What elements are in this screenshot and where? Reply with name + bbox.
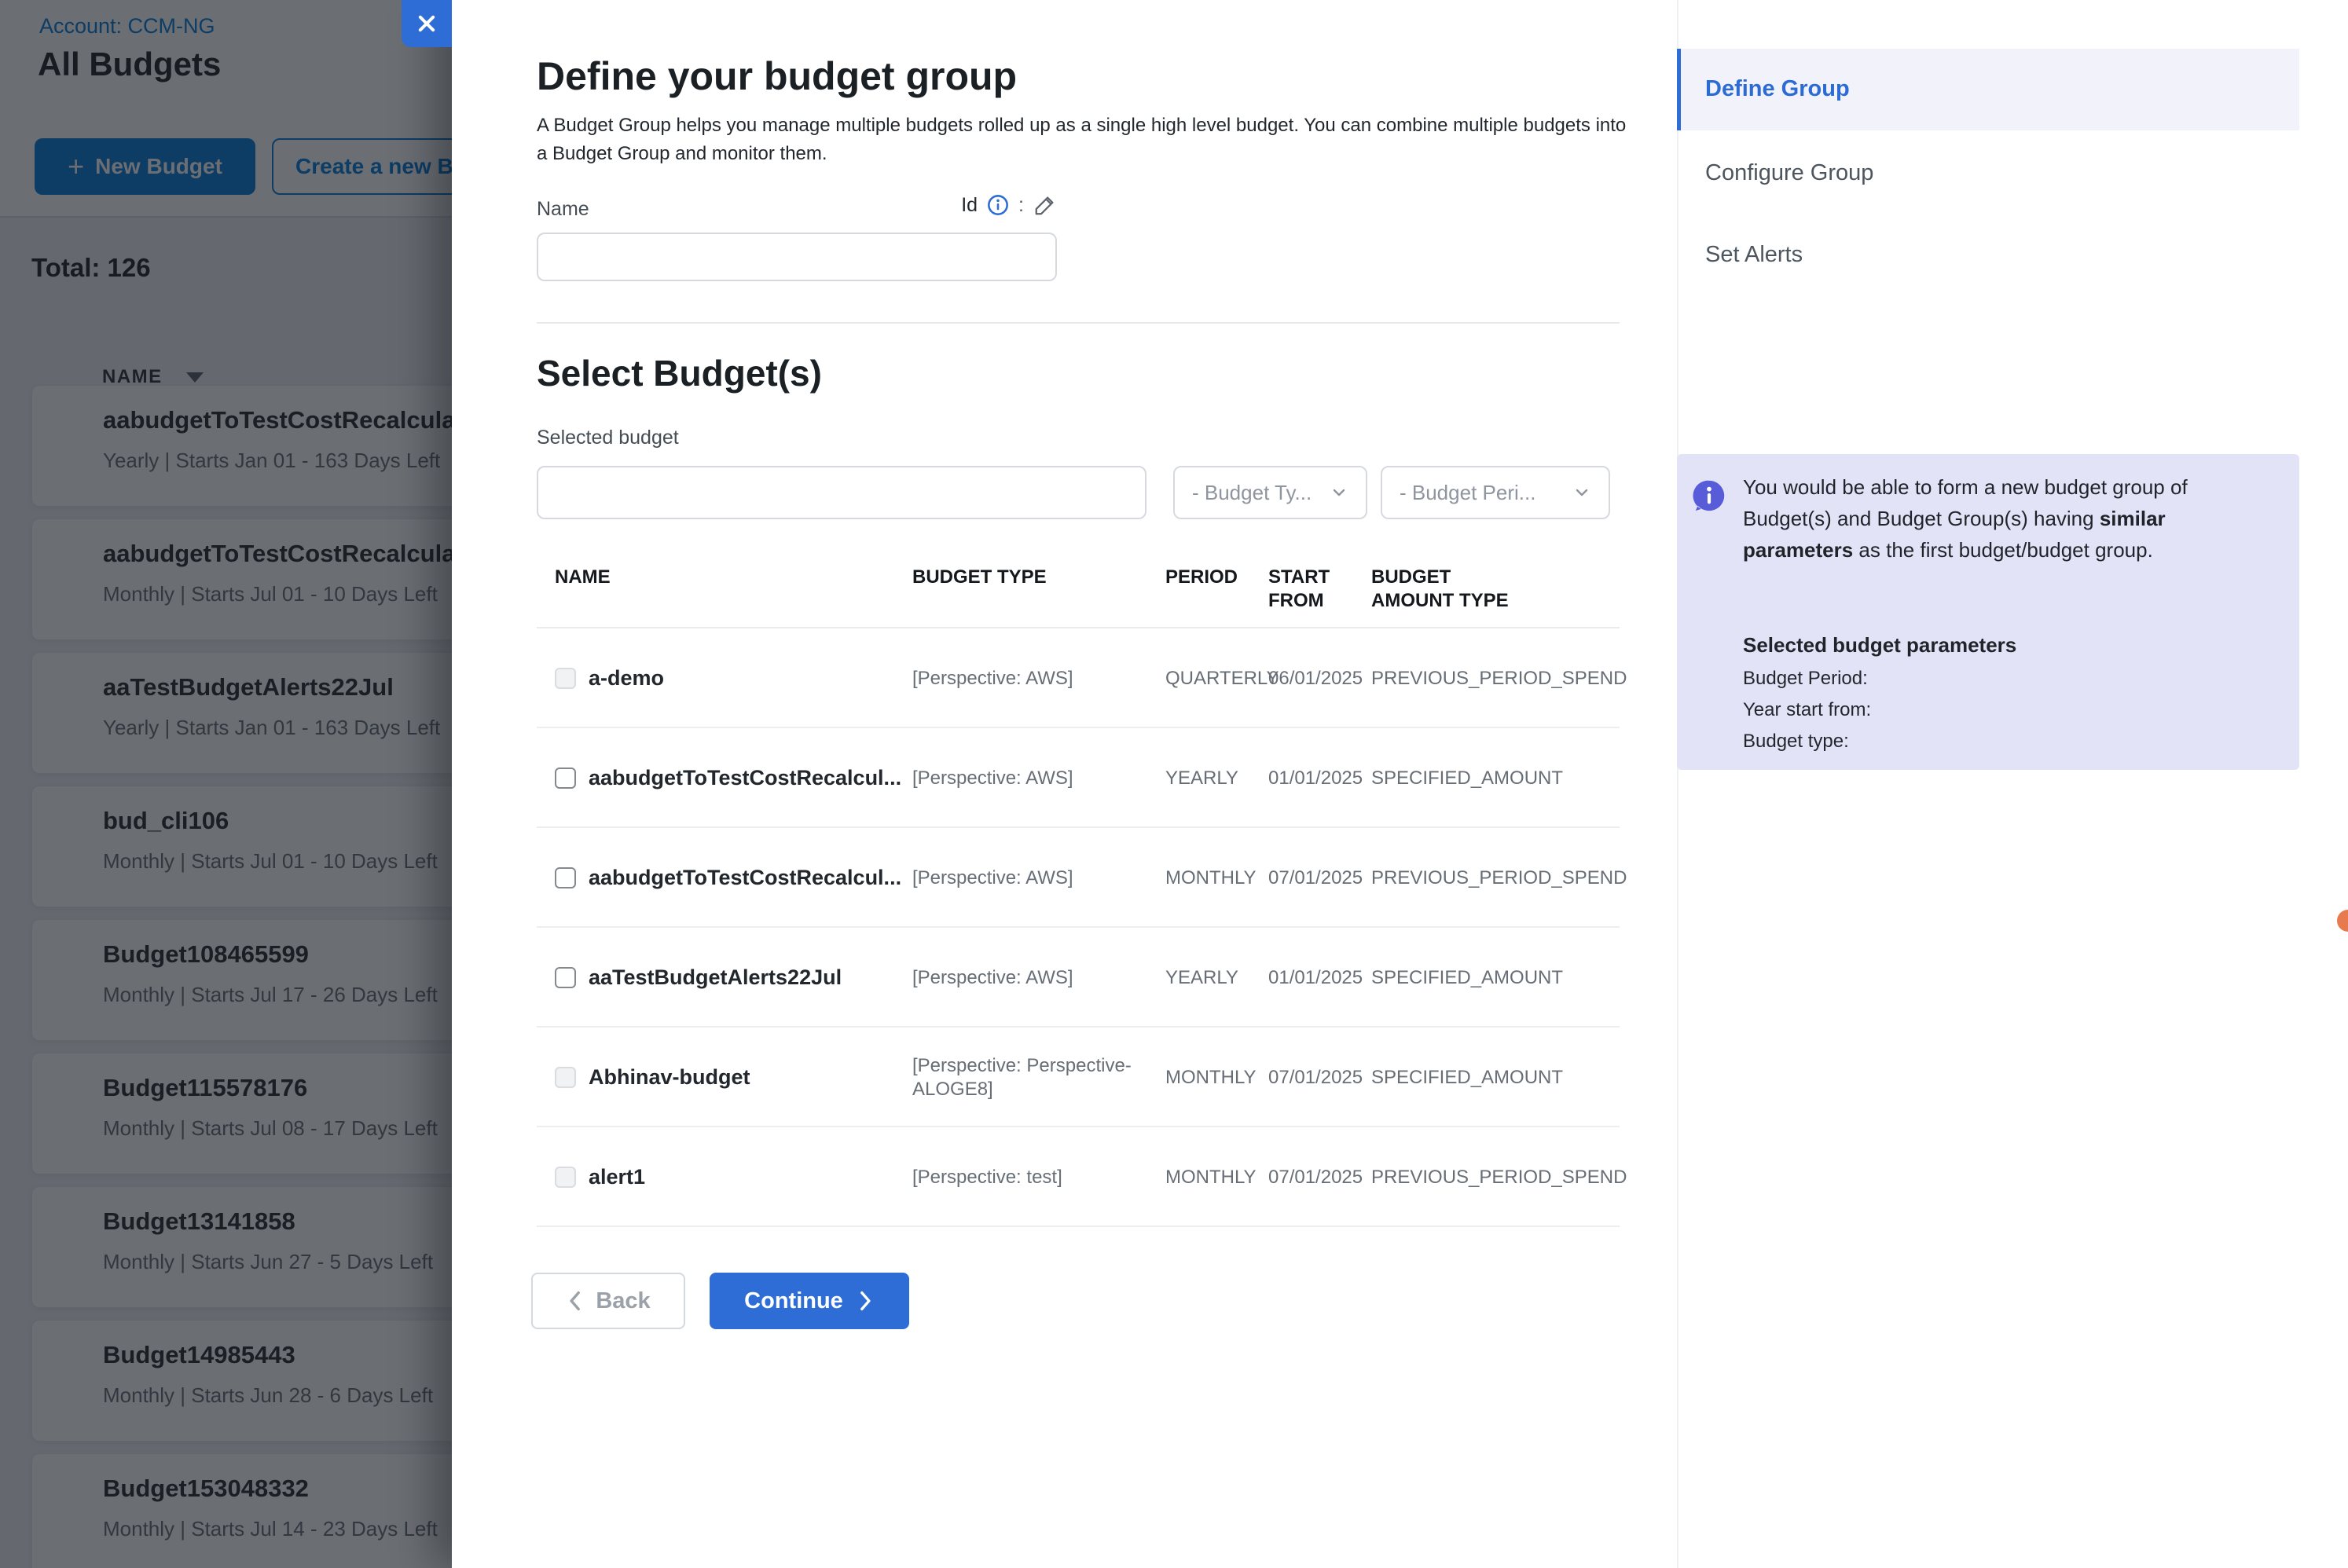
cell-start-from: 07/01/2025 [1268, 1127, 1363, 1227]
row-checkbox[interactable] [555, 768, 576, 789]
info-paragraph: You would be able to form a new budget g… [1743, 471, 2269, 566]
app-root: Account: CCM-NG All Budgets + New Budget… [0, 0, 2348, 1568]
modal-backdrop [0, 0, 487, 1568]
column-header-name: NAME [555, 566, 611, 589]
row-checkbox[interactable] [555, 967, 576, 988]
column-header-start-from: START FROM [1268, 566, 1347, 613]
cell-name: Abhinav-budget [589, 1028, 750, 1127]
cell-name: aaTestBudgetAlerts22Jul [589, 928, 842, 1028]
close-icon [416, 13, 438, 35]
table-row[interactable]: aabudgetToTestCostRecalcul... [Perspecti… [537, 728, 1620, 828]
cell-amount-type: SPECIFIED_AMOUNT [1371, 728, 1631, 828]
info-panel: You would be able to form a new budget g… [1677, 454, 2299, 770]
info-bubble-icon [1691, 478, 1727, 514]
selected-budget-parameters-heading: Selected budget parameters [1743, 633, 2016, 658]
active-step-indicator [1677, 49, 1681, 130]
cell-amount-type: PREVIOUS_PERIOD_SPEND [1371, 1127, 1631, 1227]
cell-name: aabudgetToTestCostRecalcul... [589, 728, 901, 828]
edit-pencil-icon[interactable] [1033, 193, 1057, 217]
section-divider [537, 322, 1620, 324]
modal-description: A Budget Group helps you manage multiple… [537, 112, 1637, 168]
row-checkbox[interactable] [555, 867, 576, 888]
table-row[interactable]: aaTestBudgetAlerts22Jul [Perspective: AW… [537, 928, 1620, 1028]
cell-start-from: 07/01/2025 [1268, 1028, 1363, 1127]
close-button[interactable] [402, 0, 452, 47]
row-checkbox[interactable] [555, 1167, 576, 1188]
cell-start-from: 06/01/2025 [1268, 628, 1363, 728]
chevron-left-icon [566, 1291, 583, 1311]
cell-period: MONTHLY [1165, 828, 1257, 928]
table-row[interactable]: aabudgetToTestCostRecalcul... [Perspecti… [537, 828, 1620, 928]
name-field-label: Name [537, 198, 589, 221]
back-label: Back [596, 1288, 650, 1314]
cell-period: MONTHLY [1165, 1028, 1257, 1127]
cell-amount-type: PREVIOUS_PERIOD_SPEND [1371, 828, 1631, 928]
cell-budget-type: [Perspective: AWS] [912, 628, 1132, 728]
selected-budget-label: Selected budget [537, 427, 679, 449]
cell-budget-type: [Perspective: AWS] [912, 828, 1132, 928]
cell-budget-type: [Perspective: AWS] [912, 928, 1132, 1028]
continue-button[interactable]: Continue [710, 1273, 909, 1329]
row-checkbox[interactable] [555, 668, 576, 689]
modal-title: Define your budget group [537, 53, 1017, 99]
cell-budget-type: [Perspective: AWS] [912, 728, 1132, 828]
budget-type-placeholder: - Budget Ty... [1192, 481, 1312, 505]
budget-group-wizard-modal: Define your budget group A Budget Group … [452, 0, 2348, 1568]
cell-start-from: 07/01/2025 [1268, 828, 1363, 928]
info-text-after: as the first budget/budget group. [1853, 538, 2153, 562]
cell-start-from: 01/01/2025 [1268, 728, 1363, 828]
cell-name: aabudgetToTestCostRecalcul... [589, 828, 901, 928]
cell-name: a-demo [589, 628, 664, 728]
continue-label: Continue [744, 1288, 843, 1314]
param-budget-period: Budget Period: [1743, 668, 1868, 690]
id-label: Id [961, 194, 978, 217]
back-button[interactable]: Back [531, 1273, 685, 1329]
cell-budget-type: [Perspective: Perspective-ALOGE8] [912, 1028, 1132, 1127]
cell-name: alert1 [589, 1127, 645, 1227]
select-budgets-heading: Select Budget(s) [537, 352, 822, 394]
budget-period-placeholder: - Budget Peri... [1400, 481, 1535, 505]
column-header-period: PERIOD [1165, 566, 1238, 589]
group-name-input[interactable] [537, 233, 1057, 281]
cell-period: MONTHLY [1165, 1127, 1257, 1227]
chevron-down-icon [1330, 483, 1348, 502]
steps-sidebar-border [1677, 0, 1678, 1568]
id-colon: : [1018, 194, 1024, 217]
column-header-budget-type: BUDGET TYPE [912, 566, 1047, 589]
step-define-group[interactable]: Define Group [1705, 76, 1850, 102]
table-row[interactable]: alert1 [Perspective: test] MONTHLY 07/01… [537, 1127, 1620, 1227]
chevron-right-icon [857, 1291, 875, 1311]
step-configure-group[interactable]: Configure Group [1705, 160, 1873, 186]
cell-amount-type: SPECIFIED_AMOUNT [1371, 928, 1631, 1028]
info-icon[interactable] [987, 194, 1009, 216]
param-year-start-from: Year start from: [1743, 699, 1871, 721]
row-checkbox[interactable] [555, 1067, 576, 1088]
table-row[interactable]: a-demo [Perspective: AWS] QUARTERLY 06/0… [537, 628, 1620, 728]
budget-search-input[interactable] [537, 466, 1146, 519]
cell-amount-type: PREVIOUS_PERIOD_SPEND [1371, 628, 1631, 728]
cell-budget-type: [Perspective: test] [912, 1127, 1132, 1227]
budget-type-dropdown[interactable]: - Budget Ty... [1173, 466, 1367, 519]
param-budget-type: Budget type: [1743, 731, 1849, 753]
cell-period: QUARTERLY [1165, 628, 1279, 728]
cell-period: YEARLY [1165, 728, 1238, 828]
column-header-budget-amount-type: BUDGET AMOUNT TYPE [1371, 566, 1536, 613]
step-set-alerts[interactable]: Set Alerts [1705, 242, 1803, 268]
cell-start-from: 01/01/2025 [1268, 928, 1363, 1028]
chevron-down-icon [1572, 483, 1591, 502]
cell-amount-type: SPECIFIED_AMOUNT [1371, 1028, 1631, 1127]
cell-period: YEARLY [1165, 928, 1238, 1028]
table-row[interactable]: Abhinav-budget [Perspective: Perspective… [537, 1028, 1620, 1127]
budget-period-dropdown[interactable]: - Budget Peri... [1381, 466, 1610, 519]
id-field-group: Id : [915, 193, 1057, 217]
